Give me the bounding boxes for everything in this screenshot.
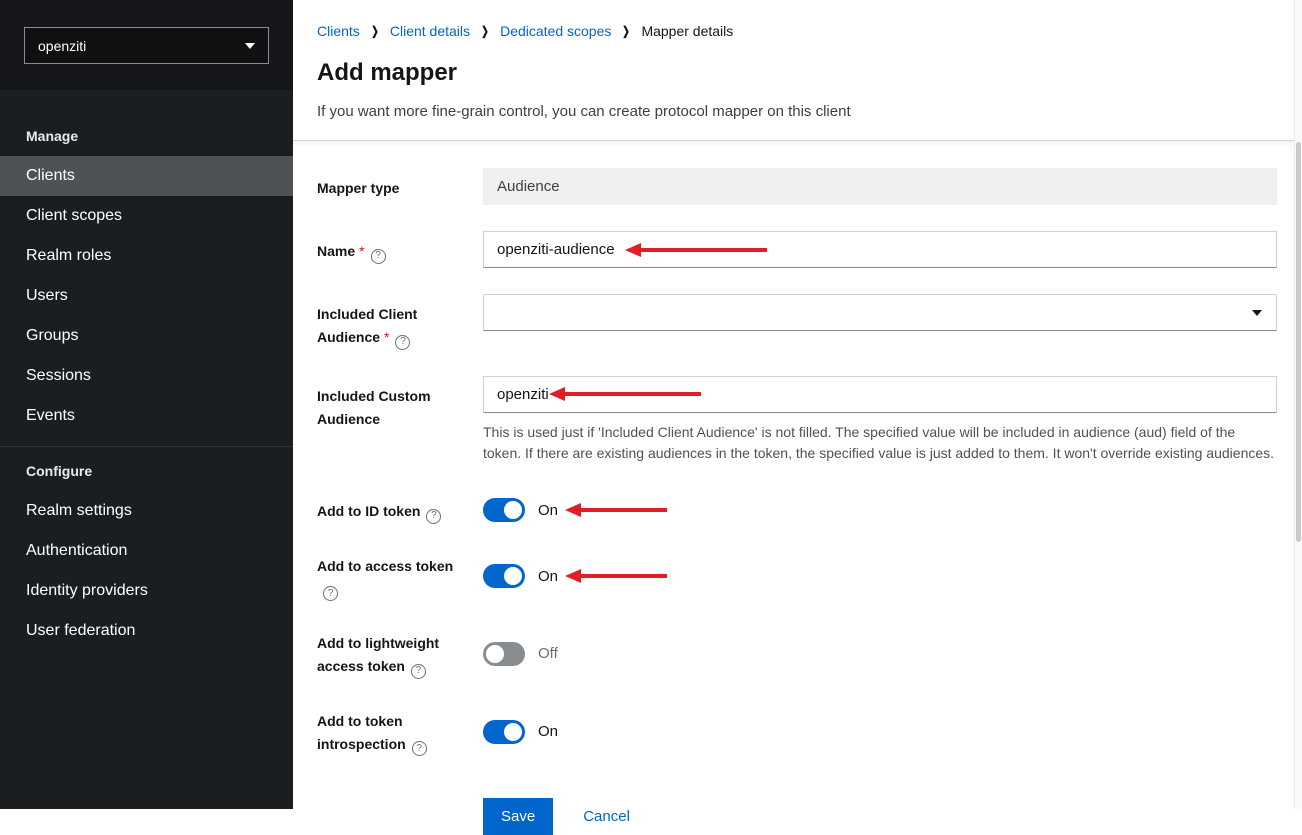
sidebar-item-clients[interactable]: Clients <box>0 156 293 196</box>
breadcrumb: Clients ❯ Client details ❯ Dedicated sco… <box>317 23 1277 39</box>
add-to-id-token-toggle[interactable] <box>483 498 525 522</box>
form-row-mapper-type: Mapper type <box>317 168 1277 205</box>
mapper-type-field <box>483 168 1277 205</box>
sidebar-item-realm-roles[interactable]: Realm roles <box>0 236 293 276</box>
toggle-state-label: On <box>538 502 558 519</box>
help-icon[interactable]: ? <box>412 741 427 756</box>
sidebar-item-identity-providers[interactable]: Identity providers <box>0 571 293 611</box>
annotation-arrow <box>565 569 667 583</box>
sidebar-item-user-federation[interactable]: User federation <box>0 611 293 651</box>
help-icon[interactable]: ? <box>411 664 426 679</box>
add-to-lightweight-access-token-toggle[interactable] <box>483 642 525 666</box>
add-to-access-token-label: Add to access token <box>317 558 453 574</box>
realm-selector-label: openziti <box>38 38 86 54</box>
annotation-arrow <box>565 503 667 517</box>
required-asterisk: * <box>359 243 364 259</box>
toggle-state-label: On <box>538 568 558 585</box>
sidebar: openziti Manage Clients Client scopes Re… <box>0 0 293 809</box>
sidebar-header: openziti <box>0 0 293 90</box>
main-content: Clients ❯ Client details ❯ Dedicated sco… <box>293 0 1302 809</box>
page-subtitle: If you want more fine-grain control, you… <box>317 103 1277 120</box>
toggle-state-label: Off <box>538 645 558 662</box>
add-to-access-token-toggle[interactable] <box>483 564 525 588</box>
help-icon[interactable]: ? <box>426 509 441 524</box>
form-row-included-client-audience: Included Client Audience*? <box>317 294 1277 350</box>
form-row-add-to-id-token: Add to ID token? On <box>317 497 1277 524</box>
nav-group-manage: Manage <box>0 112 293 156</box>
nav-group-configure: Configure <box>0 447 293 491</box>
form-row-add-to-lightweight-access-token: Add to lightweight access token? Off <box>317 629 1277 679</box>
breadcrumb-mapper-details: Mapper details <box>641 23 733 39</box>
form-row-included-custom-audience: Included Custom Audience This is used ju… <box>317 376 1277 465</box>
scrollbar <box>1294 0 1302 809</box>
included-custom-audience-input[interactable] <box>483 376 1277 413</box>
chevron-down-icon <box>245 43 255 49</box>
page-title: Add mapper <box>317 59 1277 87</box>
breadcrumb-client-details[interactable]: Client details <box>390 23 470 39</box>
included-custom-audience-label: Included Custom Audience <box>317 388 431 427</box>
toggle-state-label: On <box>538 723 558 740</box>
add-to-token-introspection-toggle[interactable] <box>483 720 525 744</box>
mapper-form: Mapper type Name*? Included Client Audie… <box>293 141 1302 835</box>
required-asterisk: * <box>384 329 389 345</box>
page-header: Clients ❯ Client details ❯ Dedicated sco… <box>293 0 1302 141</box>
sidebar-item-users[interactable]: Users <box>0 276 293 316</box>
add-to-id-token-label: Add to ID token <box>317 503 420 519</box>
included-custom-audience-helper: This is used just if 'Included Client Au… <box>483 422 1277 465</box>
help-icon[interactable]: ? <box>371 249 386 264</box>
included-client-audience-select[interactable] <box>483 294 1277 331</box>
breadcrumb-separator-icon: ❯ <box>623 24 631 38</box>
form-row-add-to-token-introspection: Add to token introspection? On <box>317 707 1277 757</box>
breadcrumb-separator-icon: ❯ <box>481 24 489 38</box>
breadcrumb-dedicated-scopes[interactable]: Dedicated scopes <box>500 23 611 39</box>
form-row-add-to-access-token: Add to access token? On <box>317 552 1277 602</box>
form-actions: Save Cancel <box>483 798 1277 835</box>
save-button[interactable]: Save <box>483 798 553 835</box>
help-icon[interactable]: ? <box>395 335 410 350</box>
realm-selector[interactable]: openziti <box>24 27 269 64</box>
add-to-token-introspection-label: Add to token introspection <box>317 713 406 752</box>
help-icon[interactable]: ? <box>323 586 338 601</box>
sidebar-item-events[interactable]: Events <box>0 396 293 436</box>
form-row-name: Name*? <box>317 231 1277 268</box>
sidebar-item-groups[interactable]: Groups <box>0 316 293 356</box>
sidebar-item-authentication[interactable]: Authentication <box>0 531 293 571</box>
chevron-down-icon <box>1252 310 1262 316</box>
name-input[interactable] <box>483 231 1277 268</box>
mapper-type-label: Mapper type <box>317 180 399 196</box>
sidebar-item-client-scopes[interactable]: Client scopes <box>0 196 293 236</box>
breadcrumb-separator-icon: ❯ <box>371 24 379 38</box>
breadcrumb-clients[interactable]: Clients <box>317 23 360 39</box>
scrollbar-thumb[interactable] <box>1296 142 1301 542</box>
sidebar-item-sessions[interactable]: Sessions <box>0 356 293 396</box>
sidebar-nav: Manage Clients Client scopes Realm roles… <box>0 112 293 651</box>
cancel-button[interactable]: Cancel <box>583 808 630 825</box>
name-label: Name <box>317 243 355 259</box>
sidebar-item-realm-settings[interactable]: Realm settings <box>0 491 293 531</box>
